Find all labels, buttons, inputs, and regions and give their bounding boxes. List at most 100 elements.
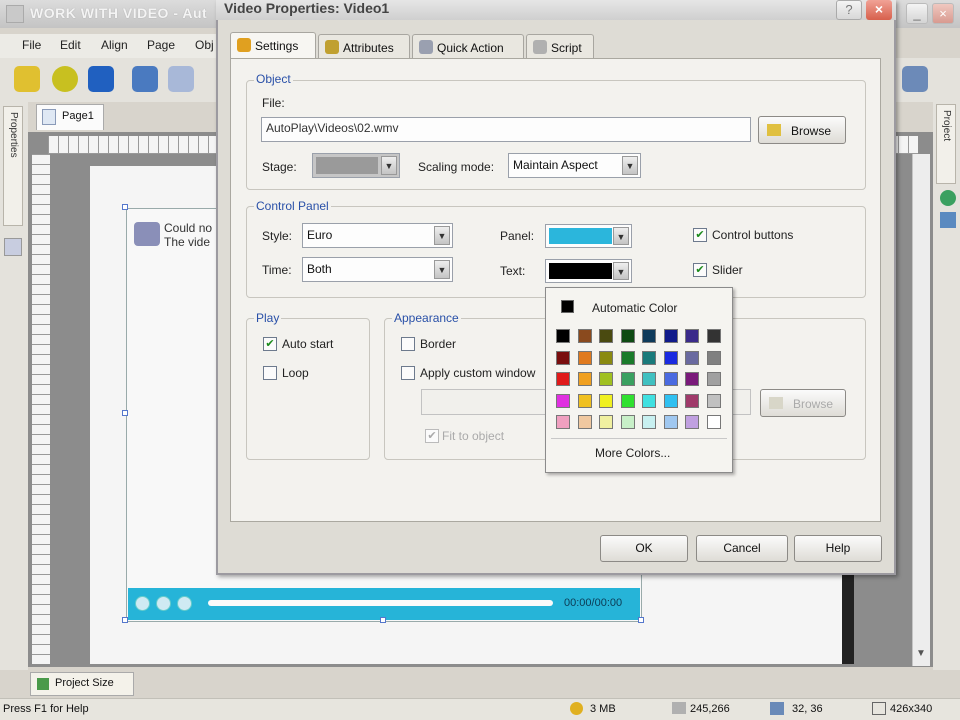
help-button[interactable]: Help (794, 535, 882, 562)
color-swatch[interactable] (599, 393, 613, 408)
stop-icon[interactable] (177, 596, 192, 611)
apply-custom-window-checkbox[interactable] (401, 366, 415, 380)
color-swatch[interactable] (556, 393, 570, 408)
color-swatch[interactable] (620, 372, 635, 386)
color-swatch[interactable] (663, 372, 678, 386)
style-select[interactable]: Euro ▼ (302, 223, 453, 248)
color-swatch[interactable] (663, 329, 678, 343)
color-swatch[interactable] (706, 329, 721, 343)
auto-start-checkbox[interactable]: ✔ (263, 337, 277, 351)
file-browse-button[interactable]: Browse (758, 116, 846, 144)
app-minimize-button[interactable]: _ (906, 3, 928, 24)
color-swatch[interactable] (685, 415, 699, 429)
copy-icon[interactable] (168, 66, 194, 92)
scaling-mode-select[interactable]: Maintain Aspect ▼ (508, 153, 641, 178)
cancel-button[interactable]: Cancel (696, 535, 788, 562)
automatic-color-option[interactable]: Automatic Color (592, 301, 677, 315)
color-swatch[interactable] (577, 415, 592, 429)
color-swatch[interactable] (706, 393, 721, 408)
color-swatch[interactable] (706, 350, 721, 365)
video-seek-slider[interactable] (208, 600, 553, 606)
color-swatch[interactable] (642, 415, 656, 429)
color-swatch[interactable] (599, 329, 613, 343)
menu-file[interactable]: File (22, 38, 41, 52)
ok-button[interactable]: OK (600, 535, 688, 562)
pause-icon[interactable] (156, 596, 171, 611)
color-swatch[interactable] (620, 350, 635, 365)
resize-handle[interactable] (380, 617, 386, 623)
play-icon[interactable] (135, 596, 150, 611)
scroll-down-arrow-icon[interactable]: ▼ (912, 648, 930, 664)
open-icon[interactable] (52, 66, 78, 92)
tab-settings[interactable]: Settings (230, 32, 316, 58)
stage-select[interactable]: ▼ (312, 153, 400, 178)
chevron-down-icon: ▼ (613, 227, 629, 245)
tab-quick-action[interactable]: Quick Action (412, 34, 524, 58)
color-swatch[interactable] (577, 372, 592, 386)
panel-color-picker[interactable]: ▼ (545, 224, 632, 248)
resize-handle[interactable] (122, 204, 128, 210)
border-checkbox[interactable] (401, 337, 415, 351)
color-swatch[interactable] (642, 329, 656, 343)
dialog-close-button[interactable]: × (866, 0, 892, 20)
panel-icon[interactable] (4, 238, 22, 256)
cut-icon[interactable] (132, 66, 158, 92)
menu-align[interactable]: Align (101, 38, 128, 52)
dialog-help-button[interactable]: ? (836, 0, 862, 20)
file-input[interactable]: AutoPlay\Videos\02.wmv (261, 117, 751, 142)
color-swatch[interactable] (620, 329, 635, 343)
automatic-color-swatch[interactable] (561, 300, 574, 313)
color-swatch[interactable] (685, 393, 699, 408)
vertical-scrollbar[interactable] (912, 154, 930, 666)
color-swatch[interactable] (663, 393, 678, 408)
color-swatch[interactable] (556, 372, 570, 386)
control-buttons-checkbox[interactable]: ✔ (693, 228, 707, 242)
color-swatch[interactable] (577, 329, 592, 343)
color-swatch[interactable] (685, 329, 699, 343)
save-icon[interactable] (88, 66, 114, 92)
menu-page[interactable]: Page (147, 38, 175, 52)
custom-window-browse-button[interactable]: Browse (760, 389, 846, 417)
fit-to-object-label: Fit to object (442, 429, 505, 443)
status-dimensions: 426x340 (890, 703, 933, 715)
tab-attributes[interactable]: Attributes (318, 34, 410, 58)
magic-wand-icon[interactable] (14, 66, 40, 92)
color-swatch[interactable] (599, 350, 613, 365)
color-swatch[interactable] (642, 393, 656, 408)
stage-label: Stage: (262, 160, 297, 174)
app-close-button[interactable]: × (932, 3, 954, 24)
color-swatch[interactable] (663, 415, 678, 429)
monitor-icon[interactable] (902, 66, 928, 92)
menu-edit[interactable]: Edit (60, 38, 81, 52)
color-swatch[interactable] (556, 329, 570, 343)
menu-object[interactable]: Obj (195, 38, 214, 52)
color-swatch[interactable] (556, 350, 570, 365)
color-swatch[interactable] (556, 415, 570, 429)
more-colors-option[interactable]: More Colors... (595, 446, 670, 460)
color-swatch[interactable] (599, 372, 613, 386)
text-color-picker[interactable]: ▼ (545, 259, 632, 283)
color-swatch[interactable] (706, 372, 721, 386)
resize-handle[interactable] (122, 410, 128, 416)
color-swatch[interactable] (685, 372, 699, 386)
color-swatch[interactable] (620, 415, 635, 429)
globe-icon[interactable] (940, 190, 956, 206)
color-swatch[interactable] (577, 393, 592, 408)
slider-checkbox[interactable]: ✔ (693, 263, 707, 277)
users-icon[interactable] (940, 212, 956, 228)
color-swatch[interactable] (642, 372, 656, 386)
color-swatch[interactable] (577, 350, 592, 365)
project-size-tab[interactable]: Project Size (30, 672, 134, 696)
color-swatch[interactable] (685, 350, 699, 365)
color-swatch[interactable] (663, 350, 678, 365)
color-swatch[interactable] (706, 415, 721, 429)
loop-checkbox[interactable] (263, 366, 277, 380)
time-select[interactable]: Both ▼ (302, 257, 453, 282)
tab-script[interactable]: Script (526, 34, 594, 58)
resize-handle[interactable] (638, 617, 644, 623)
resize-handle[interactable] (122, 617, 128, 623)
color-swatch[interactable] (642, 350, 656, 365)
color-swatch[interactable] (620, 393, 635, 408)
fit-to-object-checkbox[interactable]: ✔ (425, 429, 439, 443)
color-swatch[interactable] (599, 415, 613, 429)
